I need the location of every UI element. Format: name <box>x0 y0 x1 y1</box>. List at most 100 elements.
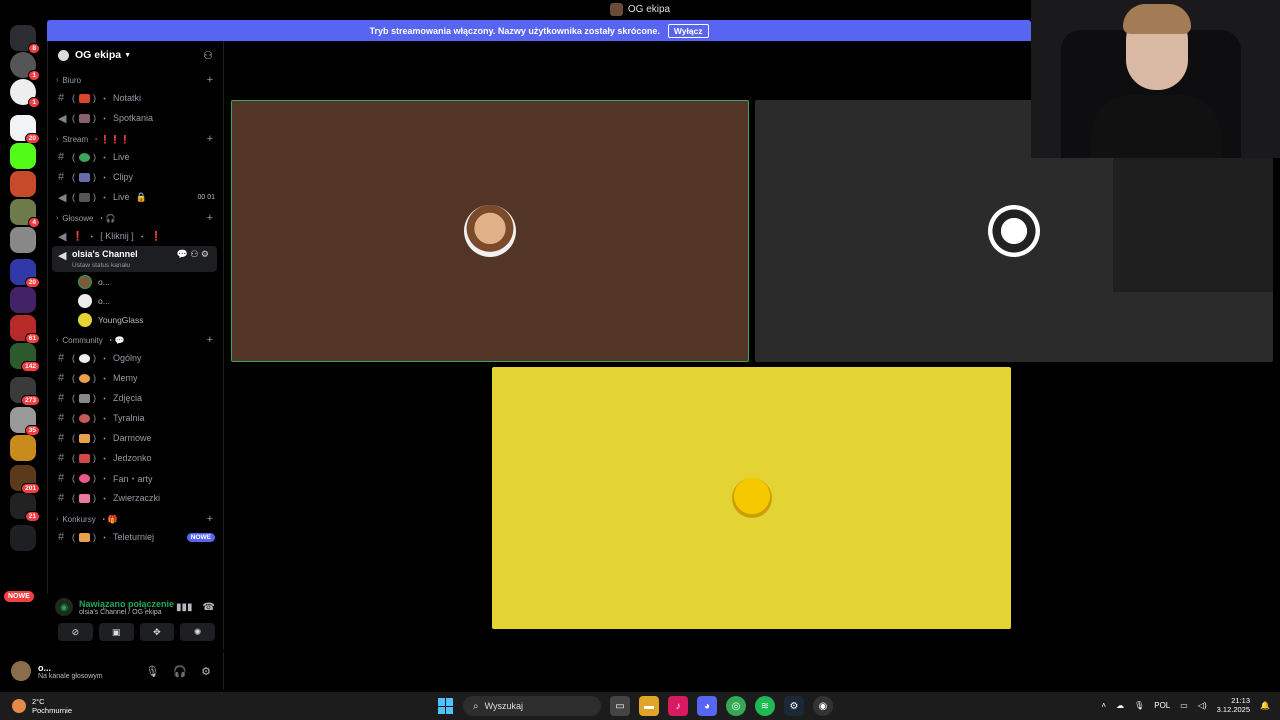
headphones-icon[interactable]: 🎧 <box>173 665 187 678</box>
server-icon[interactable]: 21 <box>10 493 40 522</box>
gear-icon[interactable]: ⚙ <box>201 665 211 678</box>
channel-olsias-channel[interactable]: ◀ olsia's Channel Ustaw status kanału 💬 … <box>52 246 217 272</box>
cloud-icon[interactable]: ☁ <box>1116 701 1124 710</box>
language-indicator[interactable]: POL <box>1154 701 1170 710</box>
kick-icon[interactable] <box>10 143 36 169</box>
steam-icon[interactable]: ⚙ <box>784 696 804 716</box>
server-icon[interactable]: 35 <box>10 407 40 436</box>
camera-button[interactable]: ⊘ <box>58 623 93 641</box>
discord-home-icon[interactable]: 8 <box>10 25 40 54</box>
category-label: Community <box>62 335 103 345</box>
channel-clipy[interactable]: #() ・ Clipy <box>48 167 223 187</box>
obs-icon[interactable]: ◉ <box>813 696 833 716</box>
folder-icon[interactable] <box>10 525 36 551</box>
task-view-icon[interactable]: ▭ <box>610 696 630 716</box>
file-explorer-icon[interactable]: ▬ <box>639 696 659 716</box>
tiktok-icon[interactable]: ♪ <box>668 696 688 716</box>
windows-start-icon[interactable] <box>438 698 454 714</box>
disconnect-icon[interactable]: ☎ <box>203 602 215 613</box>
invite-icon[interactable]: ⚇ <box>190 249 198 259</box>
server-icon[interactable]: 273 <box>10 377 40 406</box>
gear-icon[interactable]: ⚙ <box>201 249 209 259</box>
server-icon[interactable] <box>10 227 36 253</box>
category-biuro[interactable]: › Biuro + <box>48 72 223 88</box>
add-channel-icon[interactable]: + <box>207 133 213 145</box>
spotify-icon[interactable]: ≋ <box>755 696 775 716</box>
add-channel-icon[interactable]: + <box>207 212 213 224</box>
category-glosowe[interactable]: › Głosowe ・🎧 + <box>48 210 223 226</box>
channel-spotkania[interactable]: ◀() ・ Spotkania <box>48 108 223 128</box>
soundboard-button[interactable]: ✺ <box>180 623 215 641</box>
channel-memy[interactable]: #() ・ Memy <box>48 368 223 388</box>
channel-zwierzaczki[interactable]: #() ・ Zwierzaczki <box>48 488 223 508</box>
activities-icon: ✥ <box>153 626 161 637</box>
server-icon[interactable]: 20 <box>10 115 40 144</box>
discord-icon[interactable]: ◕ <box>697 696 717 716</box>
gift-icon <box>79 532 90 542</box>
channel-teleturniej[interactable]: #() ・ Teleturniej NOWE <box>48 527 223 547</box>
category-community[interactable]: › Community ・💬 + <box>48 332 223 348</box>
guild-header[interactable]: OG ekipa ▼ ⚇ <box>48 41 223 69</box>
channel-tyralnia[interactable]: #() ・ Tyralnia <box>48 408 223 428</box>
channel-ogolny[interactable]: #() ・ Ogólny <box>48 348 223 368</box>
server-icon[interactable]: 4 <box>10 199 40 228</box>
notification-icon[interactable]: 🔔 <box>1260 701 1270 710</box>
invite-icon[interactable]: ⚇ <box>203 49 213 62</box>
search-placeholder: Wyszukaj <box>484 701 524 711</box>
server-icon[interactable]: 61 <box>10 315 40 344</box>
network-icon[interactable]: ▭ <box>1180 701 1188 710</box>
channel-fan-arty[interactable]: #() ・ Fan・arty <box>48 468 223 488</box>
volume-icon[interactable]: ◁) <box>1198 701 1207 710</box>
microphone-icon[interactable]: 🎙 <box>1134 701 1144 710</box>
server-icon[interactable]: 20 <box>10 259 40 288</box>
channel-label: Clipy <box>113 172 134 182</box>
channel-zdjecia[interactable]: #() ・ Zdjęcia <box>48 388 223 408</box>
server-icon[interactable] <box>10 287 36 313</box>
connection-channel[interactable]: olsia's Channel / OG ekipa <box>79 609 174 616</box>
taskbar-search[interactable]: ⌕ Wyszukaj <box>463 696 601 716</box>
weather-widget[interactable]: 2°C Pochmurnie <box>0 697 72 715</box>
category-stream[interactable]: › Stream ・❗❗❗ + <box>48 131 223 147</box>
participant-tile[interactable] <box>231 100 749 362</box>
channel-notatki[interactable]: #() ・ Notatki <box>48 88 223 108</box>
voice-user[interactable]: o... <box>48 291 223 310</box>
emoji-icon <box>79 373 90 383</box>
microphone-icon[interactable]: 🎙 <box>145 665 159 678</box>
add-channel-icon[interactable]: + <box>207 513 213 525</box>
noise-suppression-icon[interactable]: ▮▮▮ <box>176 602 193 613</box>
guild-icon <box>58 49 69 61</box>
signal-icon[interactable]: ◉ <box>55 598 73 616</box>
avatar <box>78 312 92 327</box>
server-icon[interactable]: 1 <box>10 79 40 108</box>
disable-streamer-mode-button[interactable]: Wyłącz <box>667 23 709 38</box>
chrome-icon[interactable]: ◎ <box>726 696 746 716</box>
channel-kliknij[interactable]: ◀ ❗ ・[ Kliknij ] ・ ❗ <box>48 226 223 246</box>
guild-name: OG ekipa <box>75 49 122 61</box>
channel-status[interactable]: Ustaw status kanału <box>72 262 130 269</box>
participant-tile[interactable] <box>492 367 1011 629</box>
channel-jedzonko[interactable]: #() ・ Jedzonko <box>48 448 223 468</box>
overlay-panel <box>1113 158 1273 292</box>
server-icon[interactable] <box>10 435 36 461</box>
activities-button[interactable]: ✥ <box>139 623 175 641</box>
server-icon[interactable]: 1 <box>10 52 40 81</box>
channel-darmowe[interactable]: #() ・ Darmowe <box>48 428 223 448</box>
add-channel-icon[interactable]: + <box>207 334 213 346</box>
speaker-icon: ◀ <box>58 191 67 204</box>
server-icon[interactable] <box>10 171 36 197</box>
chat-icon[interactable]: 💬 <box>177 249 188 259</box>
avatar[interactable] <box>11 661 31 681</box>
chevron-up-icon[interactable]: ˄ <box>1101 701 1106 710</box>
channel-live-text[interactable]: #() ・ Live <box>48 147 223 167</box>
channel-label: Zwierzaczki <box>113 493 161 503</box>
voice-user[interactable]: YoungGlass <box>48 310 223 329</box>
server-icon[interactable]: 142 <box>10 343 40 372</box>
category-konkursy[interactable]: › Konkursy ・🎁 + <box>48 511 223 527</box>
screen-share-button[interactable]: ▣ <box>98 623 134 641</box>
voice-user[interactable]: o... <box>48 272 223 291</box>
emoji-icon <box>79 93 90 103</box>
clock[interactable]: 21:13 3.12.2025 <box>1217 696 1250 714</box>
server-icon[interactable]: 201 <box>10 465 40 494</box>
add-channel-icon[interactable]: + <box>207 74 213 86</box>
channel-live-voice[interactable]: ◀() ・ Live 🔒 00 01 <box>48 187 223 207</box>
